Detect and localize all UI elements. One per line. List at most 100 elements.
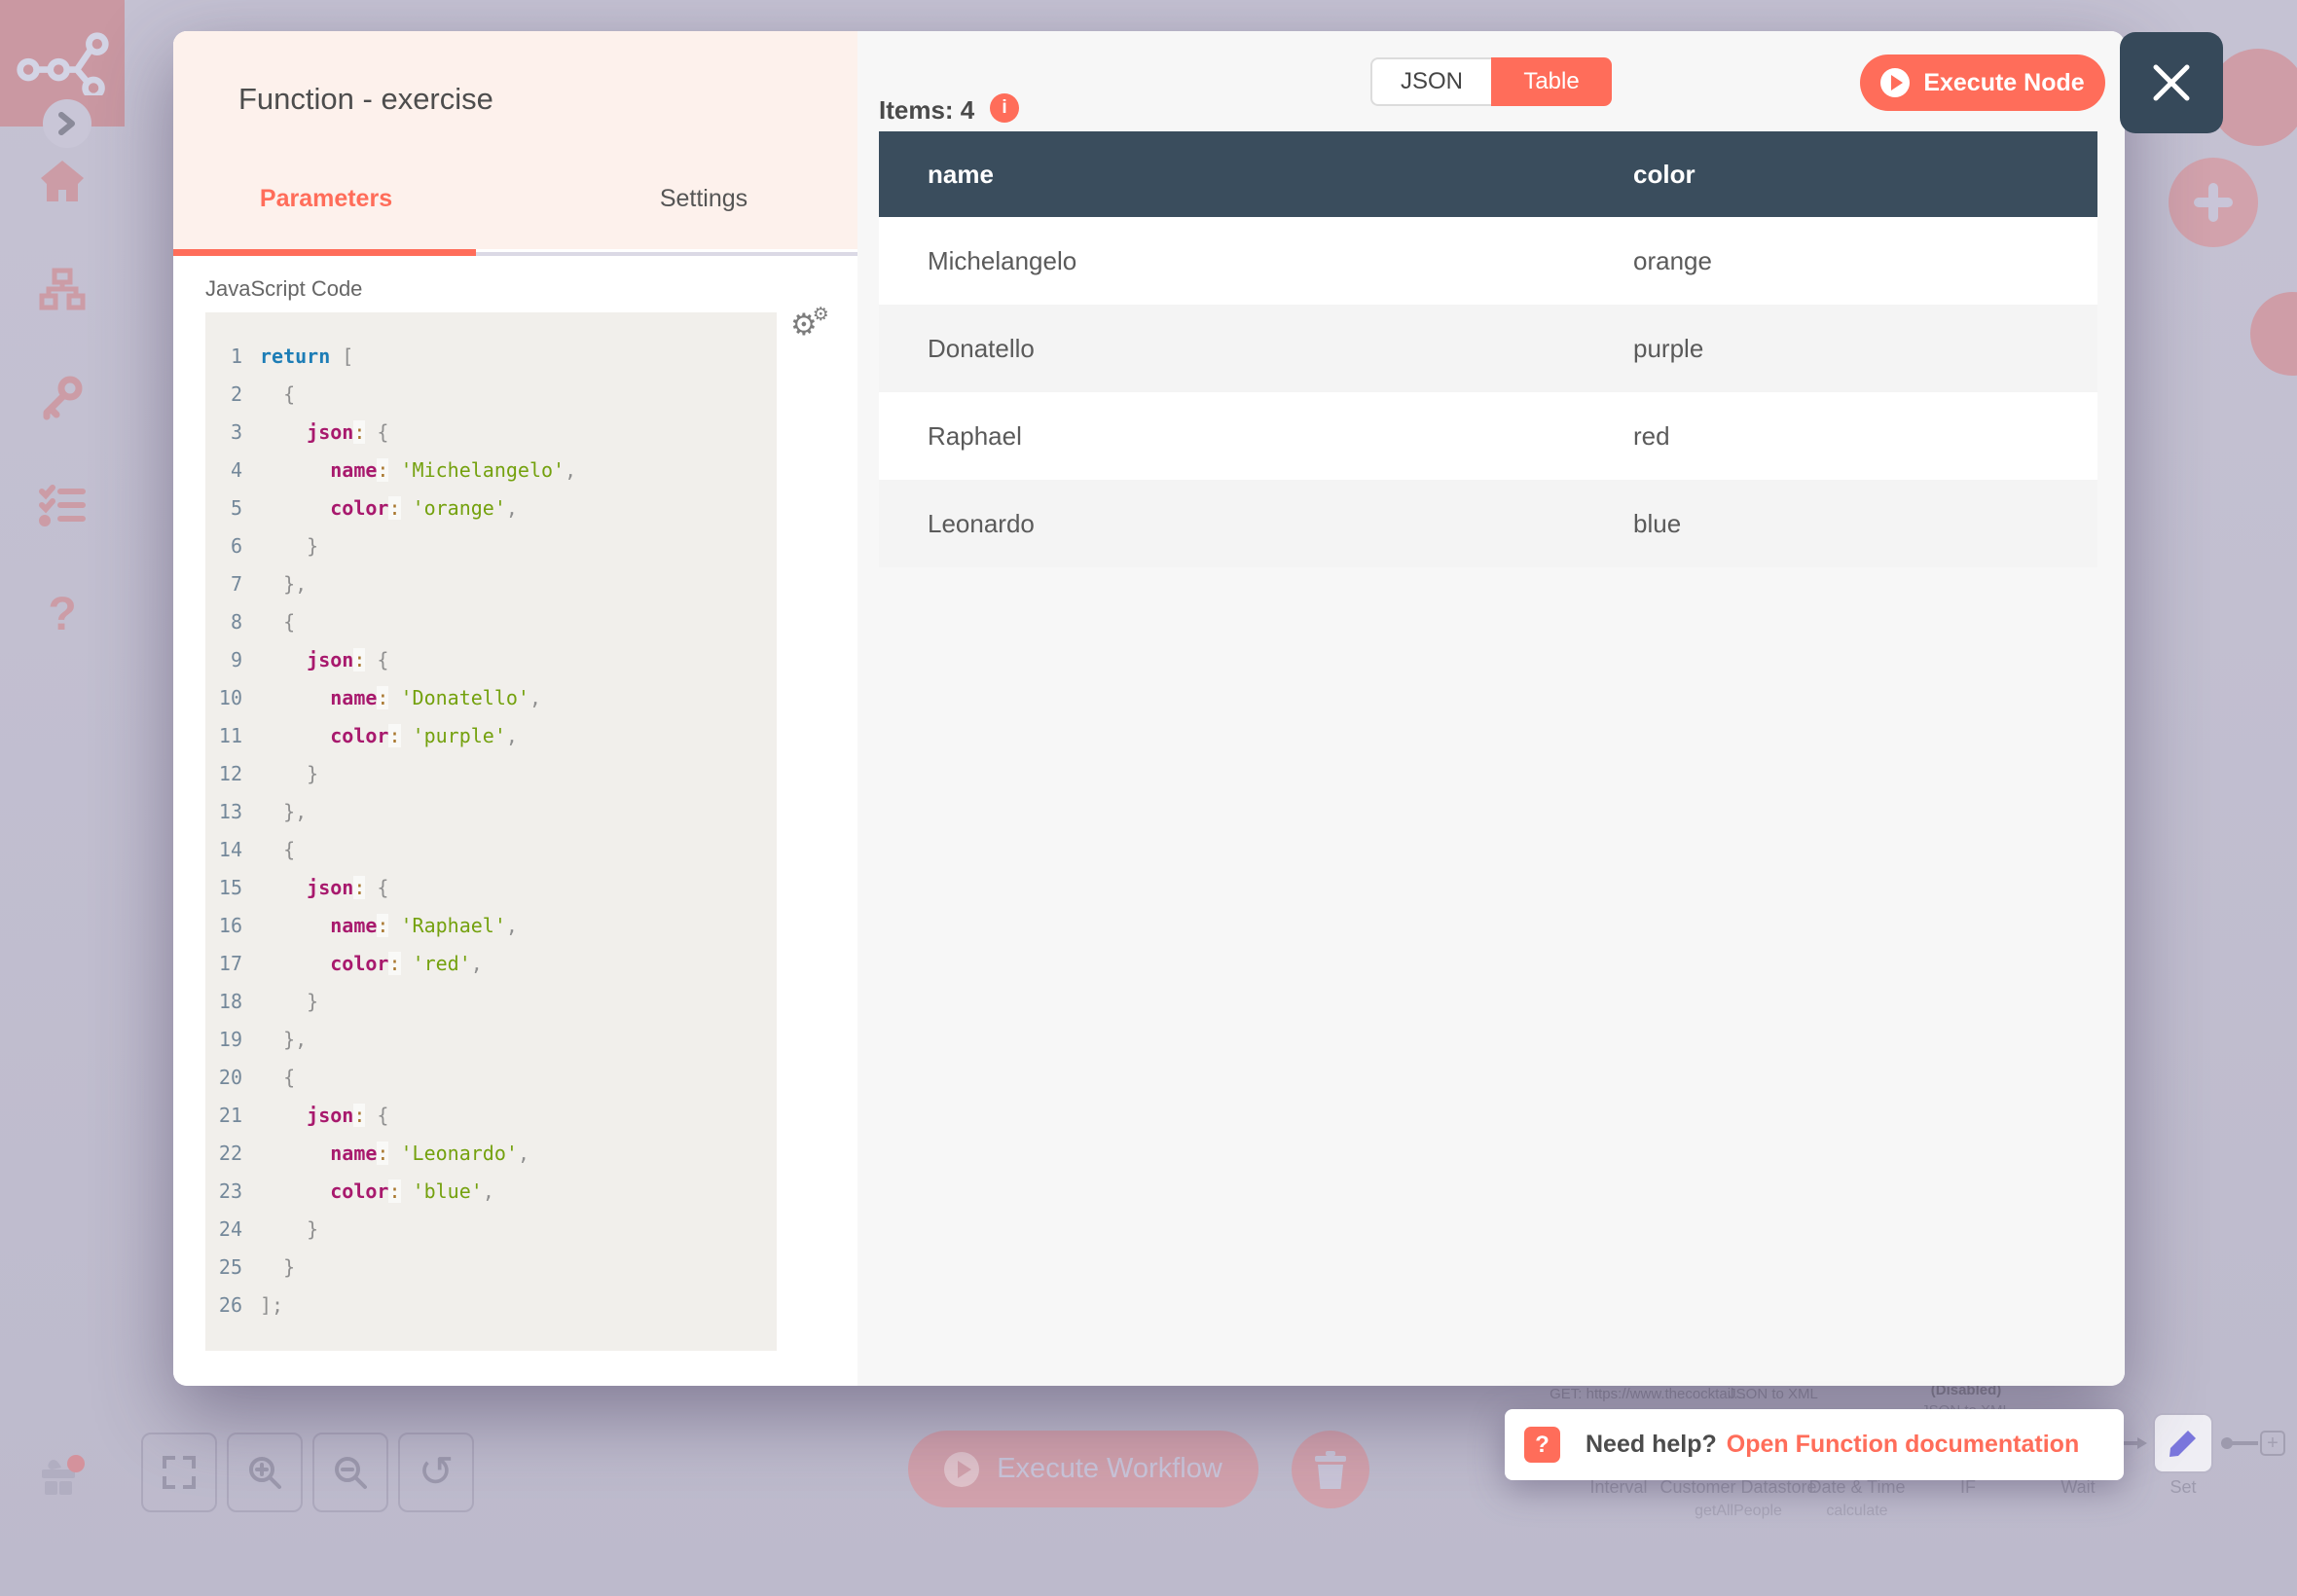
expand-icon — [163, 1456, 196, 1489]
sidebar-item-credentials[interactable] — [36, 371, 89, 423]
connector-add-button: + — [2260, 1431, 2285, 1456]
code-line: 18 } — [205, 983, 777, 1021]
tab-divider — [476, 252, 857, 256]
code-line: 11 color: 'purple', — [205, 717, 777, 755]
app-root: ? ↺ Execute Workflow GET: — [0, 0, 2297, 1596]
result-table-body: MichelangeloorangeDonatellopurpleRaphael… — [879, 217, 2097, 567]
code-line: 25 } — [205, 1249, 777, 1287]
active-tab-underline — [173, 249, 476, 256]
question-mark-icon: ? — [48, 588, 76, 641]
chevron-right-icon — [57, 112, 77, 135]
help-toast: ? Need help? Open Function documentation — [1505, 1409, 2124, 1480]
code-line: 4 name: 'Michelangelo', — [205, 452, 777, 490]
bg-node-subtitle: GET: https://www.thecocktail... — [1550, 1386, 1746, 1402]
open-documentation-link[interactable]: Open Function documentation — [1727, 1431, 2079, 1459]
code-line: 1return [ — [205, 338, 777, 376]
table-row: Donatellopurple — [879, 305, 2097, 392]
info-icon[interactable]: i — [990, 93, 1019, 123]
code-line: 3 json: { — [205, 414, 777, 452]
code-line: 24 } — [205, 1211, 777, 1249]
execute-node-label: Execute Node — [1923, 69, 2084, 97]
execute-workflow-button[interactable]: Execute Workflow — [908, 1431, 1258, 1507]
play-icon — [1880, 68, 1910, 97]
sitemap-icon — [39, 268, 86, 310]
sidebar-item-workflows[interactable] — [36, 263, 89, 315]
sidebar-item-help[interactable]: ? — [36, 588, 89, 640]
pencil-icon — [2167, 1427, 2200, 1460]
code-line: 14 { — [205, 831, 777, 869]
zoom-in-button[interactable] — [227, 1433, 303, 1512]
node-output-panel: Items: 4 i JSON Table Execute Node name … — [857, 31, 2125, 1386]
code-line: 23 color: 'blue', — [205, 1173, 777, 1211]
code-line: 5 color: 'orange', — [205, 490, 777, 527]
checklist-icon — [39, 484, 86, 526]
table-row: Raphaelred — [879, 392, 2097, 480]
gift-icon — [38, 1452, 87, 1501]
code-line: 2 { — [205, 376, 777, 414]
reset-zoom-button[interactable]: ↺ — [398, 1433, 474, 1512]
zoom-to-fit-button[interactable] — [141, 1433, 217, 1512]
node-detail-modal: Function - exercise Parameters Settings … — [173, 31, 2125, 1386]
code-line: 21 json: { — [205, 1097, 777, 1135]
delete-workflow-button[interactable] — [1292, 1431, 1369, 1508]
code-line: 8 { — [205, 603, 777, 641]
output-table: name color MichelangeloorangeDonatellopu… — [879, 131, 2097, 567]
close-icon — [2151, 62, 2192, 103]
code-line: 6 } — [205, 527, 777, 565]
execute-node-button[interactable]: Execute Node — [1860, 54, 2105, 111]
bg-node-label: Wait — [2060, 1477, 2095, 1498]
sidebar-item-executions[interactable] — [36, 479, 89, 531]
tab-settings[interactable]: Settings — [616, 185, 791, 213]
code-line: 15 json: { — [205, 869, 777, 907]
whats-new-button[interactable] — [36, 1450, 89, 1503]
column-header-color: color — [1632, 131, 2097, 217]
key-icon — [39, 374, 86, 420]
code-line: 19 }, — [205, 1021, 777, 1059]
code-line: 7 }, — [205, 565, 777, 603]
zoom-out-icon — [333, 1455, 368, 1490]
code-line: 12 } — [205, 755, 777, 793]
bg-node-label: Set — [2169, 1477, 2196, 1498]
bg-node-label: IF — [1960, 1477, 1976, 1498]
bg-node-set — [2153, 1413, 2213, 1473]
add-node-button[interactable] — [2169, 158, 2258, 247]
code-options-gear-icon[interactable]: ⚙⚙ — [790, 309, 818, 340]
table-row: Michelangeloorange — [879, 217, 2097, 305]
view-table-button[interactable]: Table — [1491, 57, 1612, 106]
sidebar-item-home[interactable] — [36, 154, 89, 206]
code-field-label: JavaScript Code — [205, 276, 362, 302]
help-toast-text: Need help? — [1586, 1431, 1717, 1459]
execute-workflow-label: Execute Workflow — [997, 1453, 1222, 1485]
code-line: 22 name: 'Leonardo', — [205, 1135, 777, 1173]
bg-node-subtitle: JSON to XML — [1729, 1386, 1818, 1402]
node-header — [173, 31, 857, 249]
bg-node-label: Customer Datastore — [1659, 1477, 1816, 1498]
connector-line — [2231, 1441, 2258, 1445]
bg-node-sub: getAllPeople — [1695, 1503, 1782, 1520]
help-question-icon: ? — [1524, 1427, 1560, 1463]
view-json-button[interactable]: JSON — [1370, 57, 1491, 106]
code-line: 20 { — [205, 1059, 777, 1097]
code-line: 13 }, — [205, 793, 777, 831]
sidebar-collapse-button[interactable] — [43, 99, 91, 148]
close-modal-button[interactable] — [2120, 32, 2223, 133]
bg-node-sub: calculate — [1826, 1503, 1887, 1520]
n8n-logo-icon — [16, 31, 109, 95]
code-editor[interactable]: 1return [2 {3 json: {4 name: 'Michelange… — [205, 312, 777, 1351]
node-parameters-panel: Function - exercise Parameters Settings … — [173, 31, 857, 1386]
items-count: Items: 4 — [879, 95, 974, 126]
zoom-in-icon — [247, 1455, 282, 1490]
column-header-name: name — [879, 131, 1632, 217]
code-line: 9 json: { — [205, 641, 777, 679]
table-header-row: name color — [879, 131, 2097, 217]
bg-node-circle — [2250, 292, 2297, 376]
zoom-out-button[interactable] — [312, 1433, 388, 1512]
code-line: 26]; — [205, 1287, 777, 1324]
connector-line — [2122, 1441, 2139, 1445]
tab-parameters[interactable]: Parameters — [236, 185, 417, 213]
home-icon — [39, 159, 86, 201]
trash-icon — [1313, 1450, 1348, 1489]
node-title: Function - exercise — [238, 82, 493, 117]
play-icon — [944, 1452, 979, 1487]
undo-icon: ↺ — [419, 1451, 455, 1494]
